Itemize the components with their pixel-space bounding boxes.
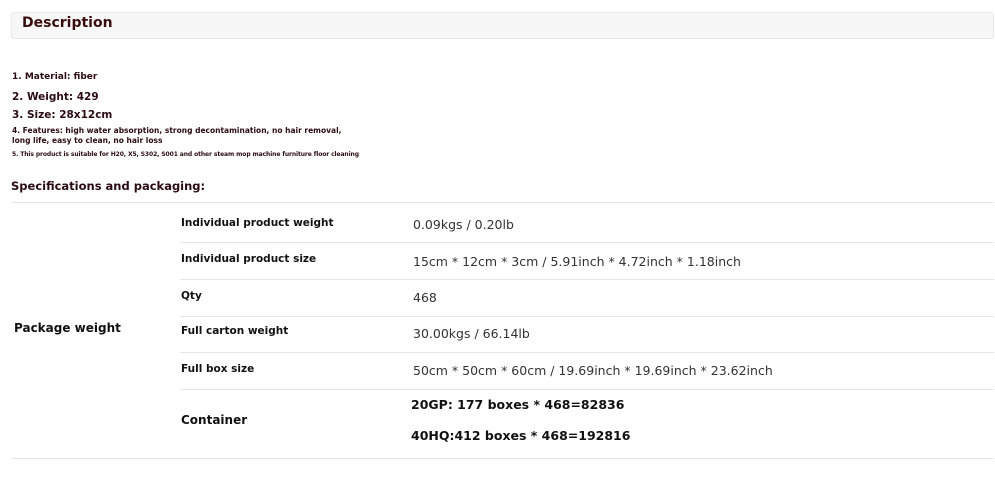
spec-row-value: 468	[413, 290, 437, 305]
description-title: Description	[22, 15, 113, 31]
container-40hq: 40HQ:412 boxes * 468=192816	[411, 428, 631, 443]
spec-row-value: 30.00kgs / 66.14lb	[413, 326, 530, 341]
feature-features: 4. Features: high water absorption, stro…	[12, 126, 342, 145]
row-divider	[180, 352, 994, 353]
feature-compatibility: 5. This product is suitable for H20, X5,…	[12, 151, 359, 158]
row-divider	[180, 389, 994, 390]
spec-row-label: Full carton weight	[181, 325, 289, 337]
table-top-divider	[11, 202, 994, 203]
spec-row-label: Qty	[181, 290, 202, 302]
row-divider	[180, 279, 994, 280]
row-divider	[180, 316, 994, 317]
spec-row-label: Full box size	[181, 363, 255, 375]
package-weight-label: Package weight	[14, 321, 121, 335]
row-divider	[180, 242, 994, 243]
spec-row-value: 15cm * 12cm * 3cm / 5.91inch * 4.72inch …	[413, 254, 741, 269]
spec-row-label: Individual product size	[181, 253, 317, 265]
feature-weight: 2. Weight: 429	[12, 91, 99, 103]
table-bottom-divider	[11, 458, 994, 459]
description-header: Description	[11, 12, 994, 39]
feature-size: 3. Size: 28x12cm	[12, 109, 113, 121]
specifications-heading: Specifications and packaging:	[11, 179, 206, 193]
spec-row-label: Individual product weight	[181, 217, 334, 229]
container-label: Container	[181, 413, 248, 427]
spec-row-value: 50cm * 50cm * 60cm / 19.69inch * 19.69in…	[413, 363, 773, 378]
spec-row-value: 0.09kgs / 0.20lb	[413, 217, 514, 232]
container-20gp: 20GP: 177 boxes * 468=82836	[411, 397, 625, 412]
feature-material: 1. Material: fiber	[12, 72, 98, 82]
